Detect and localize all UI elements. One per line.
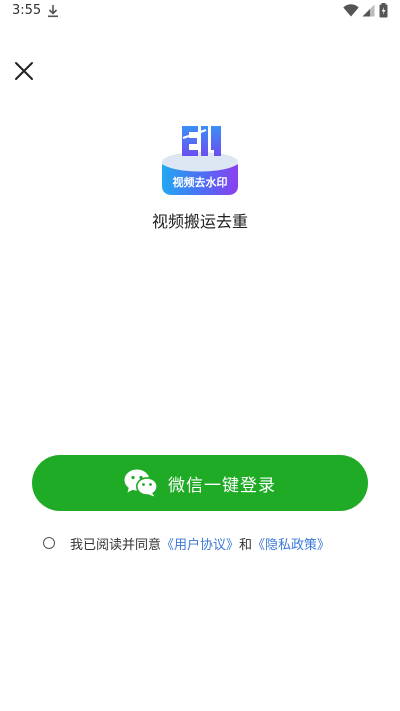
app-logo: 视频去水印 (162, 126, 238, 195)
app-name: 视频搬运去重 (151, 212, 248, 231)
privacy-policy-link[interactable]: 《隐私政策》 (252, 538, 330, 553)
wechat-icon (124, 469, 158, 497)
close-button[interactable] (12, 59, 36, 83)
wechat-login-label: 微信一键登录 (168, 475, 276, 496)
status-bar: 3:55 (0, 0, 400, 24)
agreement-row: 我已阅读并同意《用户协议》和《隐私政策》 (43, 533, 330, 553)
agreement-prefix: 我已阅读并同意 (70, 537, 162, 553)
login-screen: 3:55 视频去水印 视频搬运去重 微信一键登录 我已阅读并同意《用户协议》和《… (0, 0, 400, 711)
download-icon (48, 5, 58, 18)
agreement-and: 和 (239, 537, 253, 553)
signal-icon (362, 4, 375, 17)
agreement-checkbox[interactable] (43, 537, 55, 549)
battery-icon (379, 3, 388, 18)
user-agreement-link[interactable]: 《用户协议》 (161, 538, 239, 553)
wechat-login-button[interactable]: 微信一键登录 (32, 455, 368, 511)
status-time: 3:55 (12, 3, 42, 18)
wifi-icon (343, 4, 359, 17)
agreement-text: 我已阅读并同意《用户协议》和《隐私政策》 (70, 534, 330, 553)
app-logo-text: 视频去水印 (173, 175, 228, 189)
